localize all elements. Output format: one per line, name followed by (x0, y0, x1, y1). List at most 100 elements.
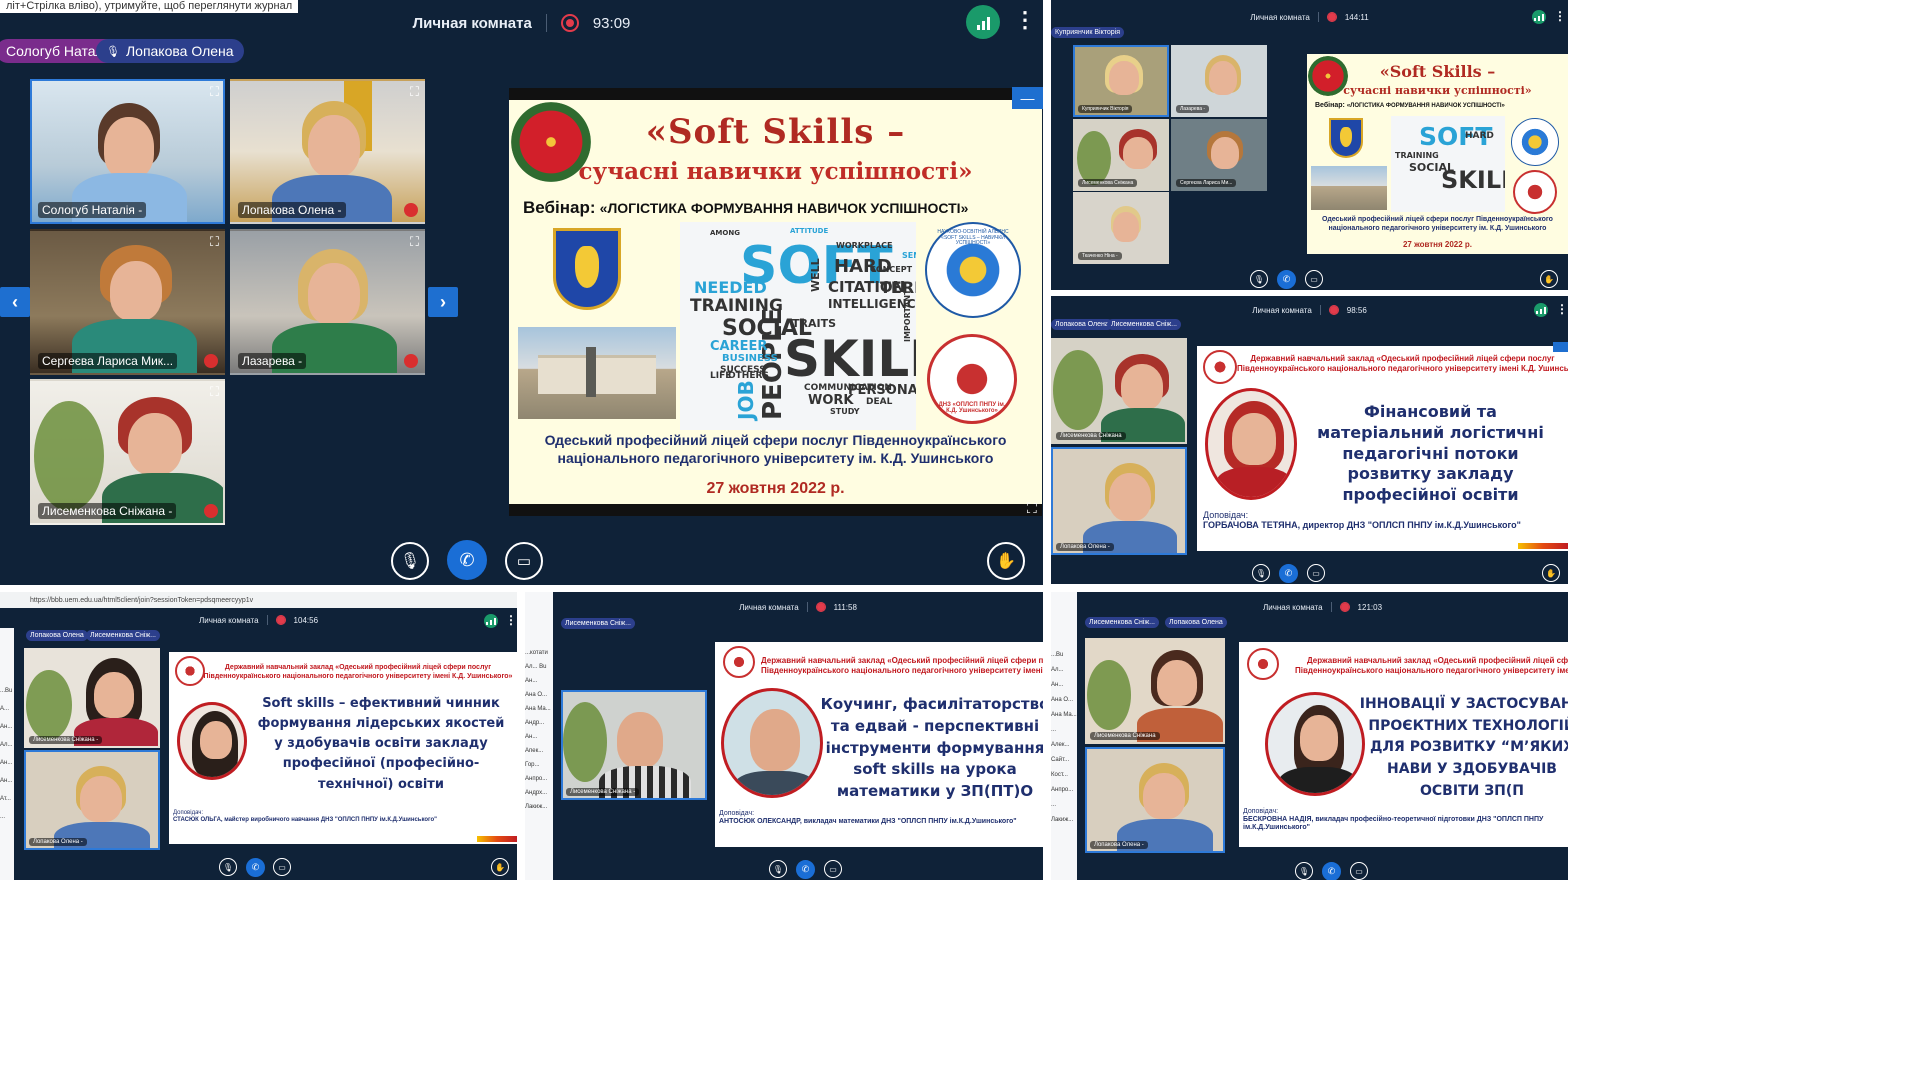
connection-status-icon[interactable] (966, 5, 1000, 39)
share-webcam-button[interactable]: ▭ (505, 542, 543, 580)
alliance-logo-icon (1511, 118, 1559, 166)
webinar-line: Вебінар: «ЛОГІСТИКА ФОРМУВАННЯ НАВИЧОК У… (1315, 102, 1505, 109)
options-menu-icon[interactable]: ⋮ (1554, 10, 1566, 22)
video-tile[interactable]: Лисеменкова Сніжана (1051, 338, 1187, 444)
face-shape (1109, 61, 1139, 95)
video-tile[interactable]: Лопакова Олена - (1051, 447, 1187, 555)
raise-hand-button[interactable]: ✋ (987, 542, 1025, 580)
video-tile[interactable]: Лопакова Олена - (1085, 747, 1225, 853)
record-icon[interactable] (275, 615, 286, 625)
raise-hand-button[interactable]: ✋ (1540, 270, 1558, 288)
side-label: Ал... Bu (525, 664, 547, 670)
minimize-presentation-button[interactable] (1553, 342, 1568, 352)
participant-name: Лисеменкова Сніжана - (29, 736, 103, 744)
video-tile[interactable]: Сергеєва Лариса Ми... (1171, 119, 1267, 191)
minimize-presentation-button[interactable]: — (1012, 87, 1043, 109)
side-label: Анпро... (1051, 787, 1074, 793)
connection-status-icon[interactable] (1532, 10, 1546, 24)
record-icon[interactable] (1339, 602, 1350, 612)
share-webcam-button[interactable]: ▭ (273, 858, 291, 876)
side-label: Ана О... (1051, 697, 1073, 703)
leave-audio-button[interactable]: ✆ (447, 540, 487, 580)
meeting-header: Личная комната 104:56 (0, 610, 517, 630)
plant-shape (1053, 350, 1103, 430)
video-tile[interactable]: Лисеменкова Сніжана (1085, 638, 1225, 744)
talking-indicator: Лопакова Олена (1165, 617, 1227, 628)
record-icon[interactable] (1326, 12, 1337, 22)
record-icon[interactable] (1328, 305, 1339, 315)
expand-icon[interactable]: ⛶ (210, 234, 219, 250)
side-label: Андрх... (525, 790, 548, 796)
meeting-header: Личная комната 144:11 (1051, 0, 1568, 34)
word-needed: NEEDED (694, 278, 767, 297)
side-label: Алек... (1051, 742, 1070, 748)
leave-audio-button[interactable]: ✆ (1277, 270, 1296, 289)
participant-name: Сергеєва Лариса Мик... (38, 353, 178, 369)
video-tile[interactable]: Лазарева - (1171, 45, 1267, 117)
raise-hand-button[interactable]: ✋ (1542, 564, 1560, 582)
video-tile-solohub[interactable]: ⛶ Сологуб Наталія - (30, 79, 225, 224)
face-shape (617, 712, 663, 768)
mute-mic-button[interactable]: 🎙︎ (1250, 270, 1268, 288)
lyceum-seal-icon (1513, 170, 1557, 214)
video-tile[interactable]: Куприянчик Вікторія (1073, 45, 1169, 117)
soft-skills-word-cloud: SOFT SKILLS SOCIAL TRAINING HARD PEOPLE … (680, 222, 916, 430)
speaker-label: Доповідач: (1203, 510, 1249, 520)
face-shape (1143, 773, 1185, 819)
talking-indicator: Куприянчик Вікторія (1051, 27, 1125, 38)
share-webcam-button[interactable]: ▭ (824, 860, 842, 878)
plant-shape (1077, 131, 1111, 185)
leave-audio-button[interactable]: ✆ (796, 860, 815, 879)
leave-audio-button[interactable]: ✆ (246, 858, 265, 877)
face-shape (308, 263, 360, 325)
video-tile[interactable]: Лисеменкова Сніжана - (561, 690, 707, 800)
video-tile-serhieieva[interactable]: ⛶ Сергеєва Лариса Мик... (30, 229, 225, 375)
talking-indicator: Лисеменкова Сніж... (1107, 319, 1181, 330)
mute-mic-button[interactable]: 🎙︎ (391, 542, 429, 580)
recording-timer: 111:58 (833, 602, 857, 612)
share-webcam-button[interactable]: ▭ (1350, 862, 1368, 880)
options-menu-icon[interactable]: ⋮ (1014, 9, 1036, 31)
mute-mic-button[interactable]: 🎙︎ (769, 860, 787, 878)
connection-status-icon[interactable] (1534, 303, 1548, 317)
video-tile[interactable]: Лисеменкова Сніжана (1073, 119, 1169, 191)
fullscreen-icon[interactable]: ⛶ (1027, 500, 1037, 517)
participant-name: Сологуб Наталія - (38, 202, 147, 218)
mute-mic-button[interactable]: 🎙︎ (1295, 862, 1313, 880)
share-webcam-button[interactable]: ▭ (1307, 564, 1325, 582)
browser-address-bar[interactable]: https://bbb.uem.edu.ua/html5client/join?… (0, 592, 517, 608)
meeting-window-5: ...котати Ал... Bu Ан... Ана О... Ана Ма… (525, 592, 1043, 880)
leave-audio-button[interactable]: ✆ (1279, 564, 1298, 583)
mute-mic-button[interactable]: 🎙︎ (219, 858, 237, 876)
expand-icon[interactable]: ⛶ (210, 84, 219, 100)
clothing-shape (1278, 767, 1358, 793)
video-tile-lysemenkova[interactable]: ⛶ Лисеменкова Сніжана - (30, 379, 225, 525)
record-icon[interactable] (815, 602, 826, 612)
video-tile-lazareva[interactable]: ⛶ Лазарева - (230, 229, 425, 375)
record-icon[interactable] (560, 14, 579, 32)
prev-page-button[interactable]: ‹ (0, 287, 30, 317)
options-menu-icon[interactable]: ⋮ (1556, 303, 1568, 315)
raise-hand-button[interactable]: ✋ (491, 858, 509, 876)
next-page-button[interactable]: › (428, 287, 458, 317)
expand-icon[interactable]: ⛶ (210, 384, 219, 400)
expand-icon[interactable]: ⛶ (410, 234, 419, 250)
video-tile[interactable]: Лопакова Олена - (24, 750, 160, 850)
speaker-name: АНТОСЮК ОЛЕКСАНДР, викладач математики Д… (719, 818, 1017, 826)
meeting-window-4: https://bbb.uem.edu.ua/html5client/join?… (0, 592, 517, 880)
expand-icon[interactable]: ⛶ (410, 84, 419, 100)
connection-status-icon[interactable] (484, 614, 498, 628)
video-tile[interactable]: Лисеменкова Сніжана - (24, 648, 160, 748)
speaker-label: Доповідач: (1243, 808, 1279, 815)
side-label: Ана Ма... (525, 706, 551, 712)
share-webcam-button[interactable]: ▭ (1305, 270, 1323, 288)
word-social: SOCIAL (1409, 161, 1454, 174)
leave-audio-button[interactable]: ✆ (1322, 862, 1341, 880)
video-tile-lopakova[interactable]: ⛶ Лопакова Олена - (230, 79, 425, 224)
video-tile[interactable]: Ткаченко Ніна - (1073, 192, 1169, 264)
word-training: TRAINING (1395, 151, 1439, 160)
participant-name: Лисеменкова Сніжана (1056, 432, 1126, 440)
mute-mic-button[interactable]: 🎙︎ (1252, 564, 1270, 582)
odesa-coat-of-arms-icon (1329, 118, 1363, 158)
options-menu-icon[interactable]: ⋮ (505, 614, 517, 626)
